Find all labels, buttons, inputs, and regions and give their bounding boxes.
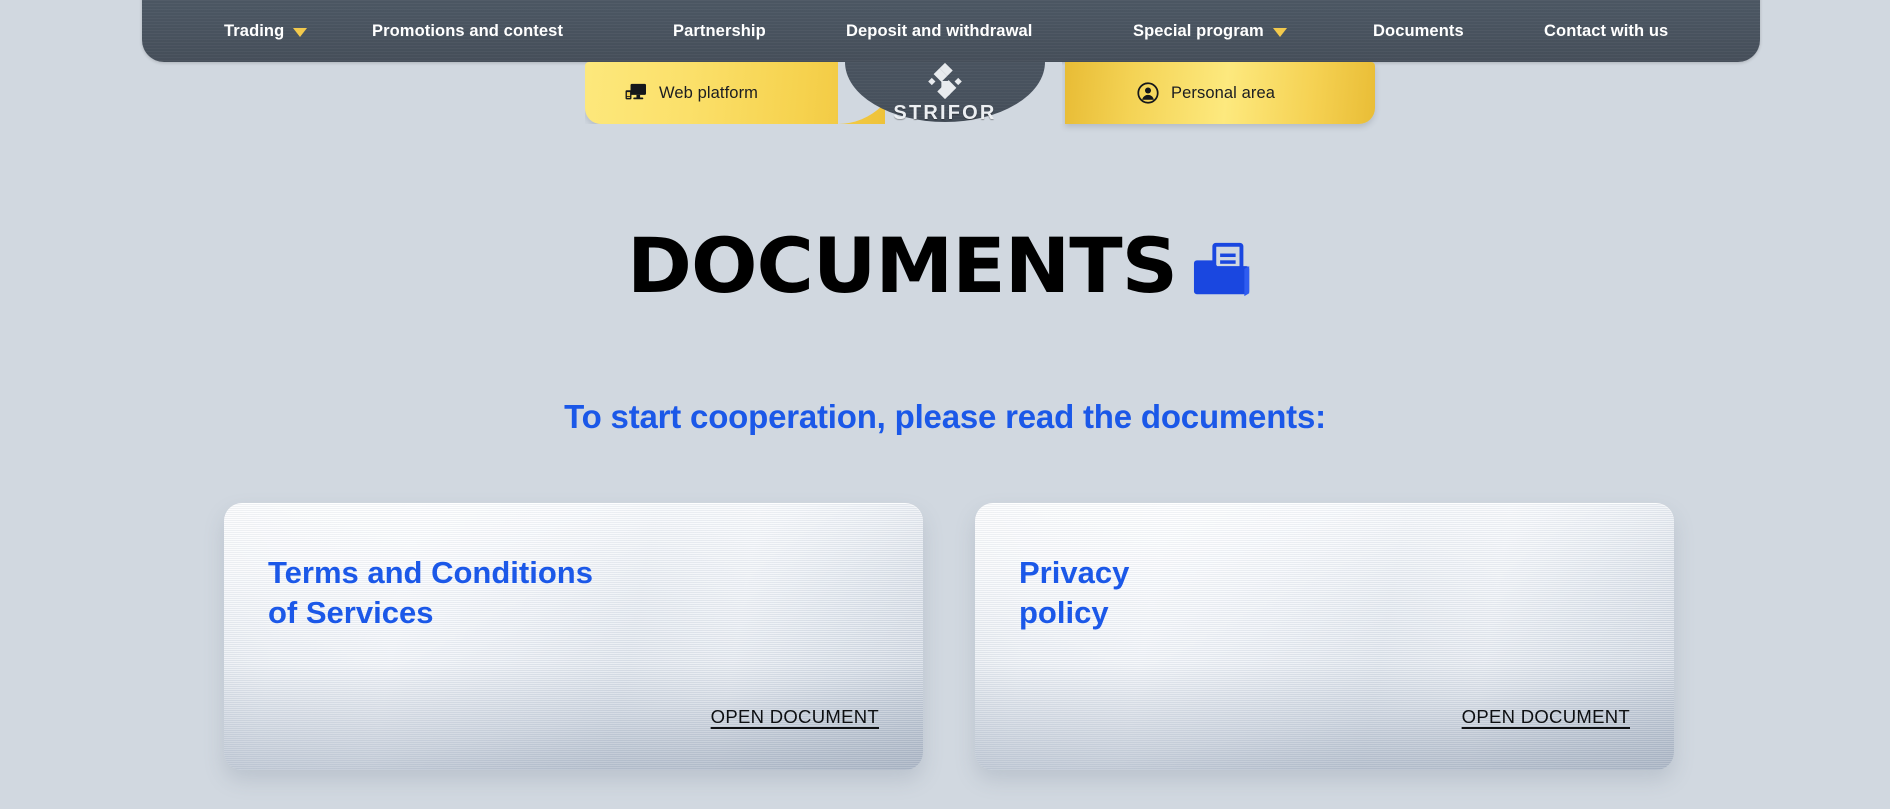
brand-logo[interactable]: STRIFOR (845, 58, 1045, 126)
folder-document-icon (1193, 242, 1250, 297)
document-card-terms-and-conditions[interactable]: Terms and Conditions of Services OPEN DO… (224, 503, 923, 770)
tab-personal-area[interactable]: Personal area (1065, 62, 1375, 124)
user-circle-icon (1137, 82, 1159, 104)
chevron-down-icon (1272, 27, 1287, 37)
page-subtitle: To start cooperation, please read the do… (564, 398, 1326, 435)
nav-item-list: Trading Promotions and contest Partnersh… (142, 0, 1760, 62)
nav-item-deposit-and-withdrawal[interactable]: Deposit and withdrawal (844, 16, 1034, 47)
page-root: Trading Promotions and contest Partnersh… (0, 0, 1890, 809)
strifor-diamond-s-logo (928, 62, 962, 100)
nav-item-contact-with-us[interactable]: Contact with us (1542, 16, 1670, 47)
nav-item-label: Special program (1133, 21, 1264, 40)
nav-item-partnership[interactable]: Partnership (671, 16, 768, 47)
page-title: DOCUMENTS (627, 221, 1178, 310)
nav-item-label: Contact with us (1544, 21, 1669, 40)
nav-item-special-program[interactable]: Special program (1131, 16, 1289, 47)
chevron-down-icon (293, 27, 308, 37)
nav-item-label: Partnership (673, 21, 766, 40)
nav-item-label: Deposit and withdrawal (846, 21, 1033, 40)
page-title-row: DOCUMENTS (0, 228, 1890, 304)
document-card-title: Terms and Conditions of Services (268, 555, 593, 630)
monitor-icon (625, 83, 647, 103)
nav-item-label: Trading (224, 21, 285, 40)
top-navigation-bar: Trading Promotions and contest Partnersh… (142, 0, 1760, 62)
brand-name: STRIFOR (893, 102, 997, 124)
nav-item-trading[interactable]: Trading (222, 16, 309, 47)
document-card-list: Terms and Conditions of Services OPEN DO… (224, 503, 1674, 770)
document-card-privacy-policy[interactable]: Privacy policy OPEN DOCUMENT (975, 503, 1674, 770)
tab-label: Personal area (1171, 83, 1276, 102)
open-document-link[interactable]: OPEN DOCUMENT (711, 706, 879, 728)
nav-item-label: Promotions and contest (372, 21, 564, 40)
nav-item-label: Documents (1373, 21, 1464, 40)
nav-item-documents[interactable]: Documents (1371, 16, 1466, 47)
tab-label: Web platform (659, 83, 759, 102)
document-card-title: Privacy policy (1019, 555, 1130, 630)
open-document-link[interactable]: OPEN DOCUMENT (1462, 706, 1630, 728)
nav-item-promotions-and-contest[interactable]: Promotions and contest (370, 16, 565, 47)
